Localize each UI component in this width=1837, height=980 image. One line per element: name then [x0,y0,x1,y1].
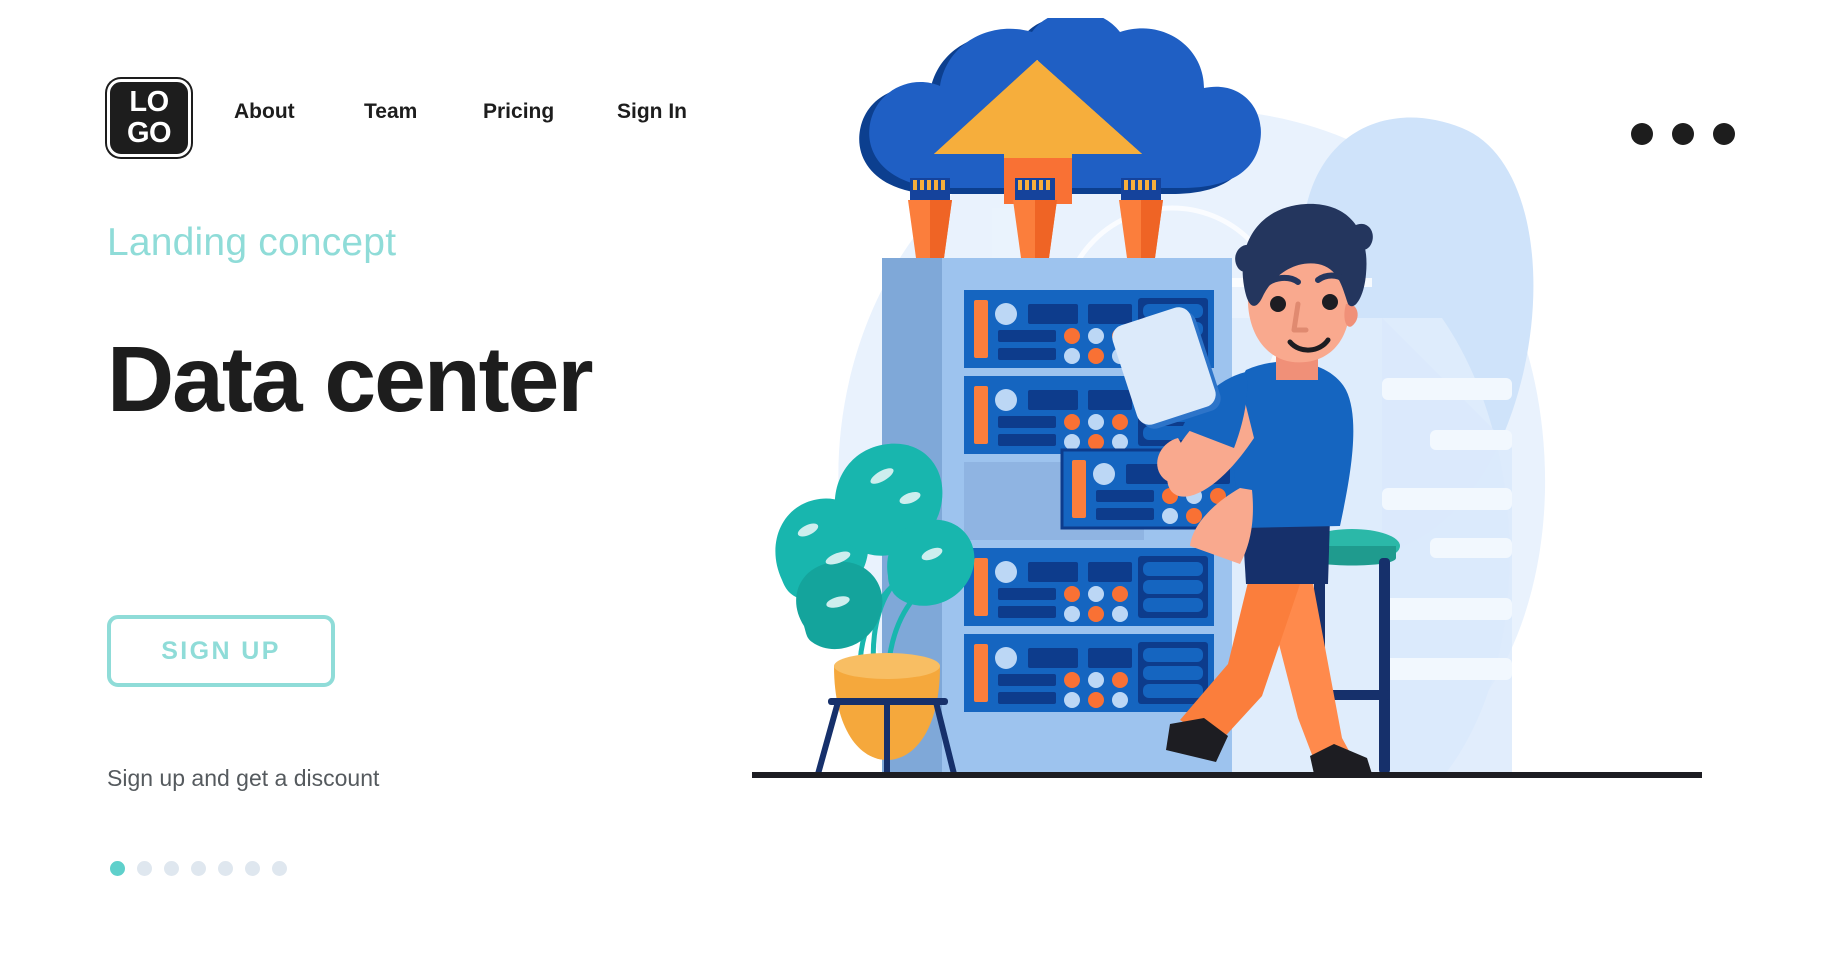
pagination-dot-6[interactable] [245,861,260,876]
pagination-dot-3[interactable] [164,861,179,876]
nav-link-pricing[interactable]: Pricing [483,100,617,124]
logo-text-line-2: GO [126,117,172,149]
server-unit [964,634,1214,712]
nav-link-about[interactable]: About [234,100,364,124]
server-unit [964,548,1214,626]
nav-link-team[interactable]: Team [364,100,483,124]
landing-page: LO GO About Team Pricing Sign In Landing… [0,0,1837,980]
pagination-dot-2[interactable] [137,861,152,876]
pagination-dot-1[interactable] [110,861,125,876]
nav-links: About Team Pricing Sign In [234,100,717,124]
sign-up-button[interactable]: SIGN UP [107,615,335,687]
pagination-dot-5[interactable] [218,861,233,876]
hero-subtext: Sign up and get a discount [107,765,380,791]
pagination-dot-4[interactable] [191,861,206,876]
hero-eyebrow: Landing concept [107,221,397,264]
data-center-illustration [742,18,1742,978]
floor-line [752,772,1702,778]
carousel-pagination[interactable] [110,861,287,876]
cloud-upload-icon [859,18,1261,204]
pagination-dot-7[interactable] [272,861,287,876]
page-title: Data center [107,327,594,431]
nav-link-sign-in[interactable]: Sign In [617,100,717,124]
logo-text-line-1: LO [129,86,169,118]
logo[interactable]: LO GO [107,79,191,157]
